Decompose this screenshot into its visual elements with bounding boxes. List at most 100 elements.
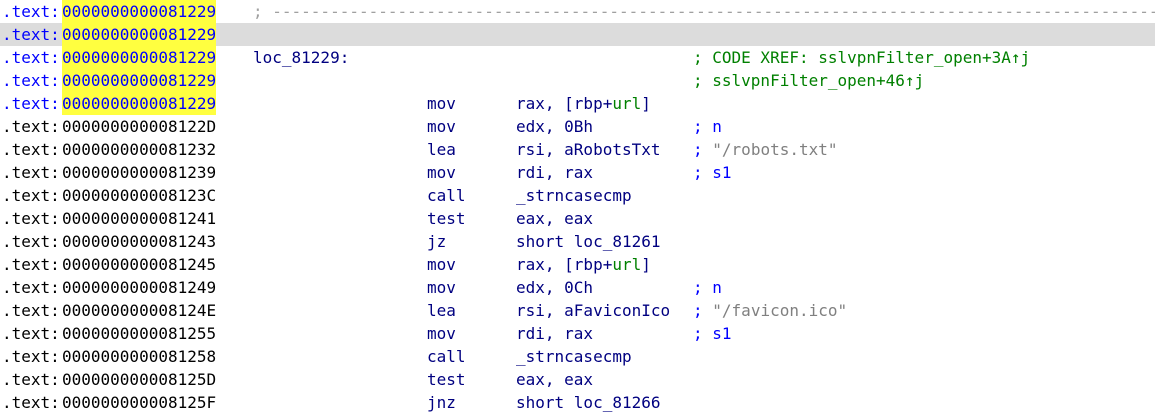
comment-text: ; CODE XREF: sslvpnFilter_open+3A↑j bbox=[693, 48, 1031, 67]
address[interactable]: 0000000000081255 bbox=[62, 322, 216, 345]
instruction-mnemonic: mov bbox=[427, 324, 456, 343]
operand-text: rsi, aFaviconIco bbox=[516, 301, 671, 320]
instruction-mnemonic: call bbox=[427, 186, 466, 205]
instruction-operands[interactable]: short loc_81261 bbox=[516, 230, 661, 253]
comment: ; n bbox=[693, 276, 722, 299]
instruction-operands[interactable]: _strncasecmp bbox=[516, 184, 632, 207]
comment-text: ; n bbox=[693, 117, 722, 136]
comment-text: ; s1 bbox=[693, 163, 732, 182]
comment: ; "/robots.txt" bbox=[693, 138, 838, 161]
instruction-mnemonic: mov bbox=[427, 255, 456, 274]
instruction-operands[interactable]: edx, 0Bh bbox=[516, 115, 593, 138]
string-literal-comment: "/robots.txt" bbox=[712, 140, 838, 159]
address[interactable]: 0000000000081241 bbox=[62, 207, 216, 230]
instruction-mnemonic: mov bbox=[427, 94, 456, 113]
instruction-operands[interactable]: rax, [rbp+url] bbox=[516, 253, 651, 276]
comment: ; s1 bbox=[693, 322, 732, 345]
operand-variable[interactable]: url bbox=[612, 94, 641, 113]
address[interactable]: 000000000008125D bbox=[62, 368, 216, 391]
instruction-operands[interactable]: eax, eax bbox=[516, 368, 593, 391]
address[interactable]: 0000000000081245 bbox=[62, 253, 216, 276]
instruction-operands[interactable]: rsi, aRobotsTxt bbox=[516, 138, 661, 161]
xref-comment[interactable]: ; sslvpnFilter_open+46↑j bbox=[693, 69, 924, 92]
comment-text: ; bbox=[693, 301, 703, 320]
comment: ; n bbox=[693, 115, 722, 138]
address[interactable]: 0000000000081229 bbox=[62, 69, 217, 92]
segment-prefix: .text: bbox=[2, 163, 60, 182]
operand-text: rax, [rbp+ bbox=[516, 94, 613, 113]
instruction-mnemonic: test bbox=[427, 209, 466, 228]
operand-text: _strncasecmp bbox=[516, 186, 632, 205]
segment-prefix: .text: bbox=[2, 232, 60, 251]
address[interactable]: 0000000000081258 bbox=[62, 345, 216, 368]
address[interactable]: 0000000000081229 bbox=[62, 92, 217, 115]
segment-prefix: .text: bbox=[2, 255, 60, 274]
address[interactable]: 0000000000081249 bbox=[62, 276, 216, 299]
instruction-mnemonic: mov bbox=[427, 278, 456, 297]
listing-line[interactable]: .text: 000000000008122D mov edx, 0Bh ; n bbox=[0, 115, 1155, 138]
segment-prefix: .text: bbox=[2, 186, 60, 205]
operand-text: rsi, aRobotsTxt bbox=[516, 140, 661, 159]
listing-line[interactable]: .text: 0000000000081245 mov rax, [rbp+url] bbox=[0, 253, 1155, 276]
instruction-operands[interactable]: _strncasecmp bbox=[516, 345, 632, 368]
instruction-operands[interactable]: eax, eax bbox=[516, 207, 593, 230]
address[interactable]: 000000000008122D bbox=[62, 115, 216, 138]
listing-line[interactable]: .text: 0000000000081239 mov rdi, rax ; s1 bbox=[0, 161, 1155, 184]
listing-line[interactable]: .text: 000000000008123C call _strncasecmp bbox=[0, 184, 1155, 207]
listing-line[interactable]: .text: 0000000000081229 loc_81229: ; CODE X… bbox=[0, 46, 1155, 69]
comment-text: ; bbox=[693, 140, 703, 159]
listing-line[interactable]: .text: 0000000000081229 ; sslvpnFilter_ope… bbox=[0, 69, 1155, 92]
operand-text: short loc_81266 bbox=[516, 393, 661, 412]
segment-prefix: .text: bbox=[2, 2, 60, 21]
operand-text: edx, 0Ch bbox=[516, 278, 594, 297]
disassembly-listing[interactable]: .text: 0000000000081229; ----------------… bbox=[0, 0, 1155, 414]
segment-prefix: .text: bbox=[2, 25, 60, 44]
listing-line-current[interactable]: .text: 0000000000081229 bbox=[0, 23, 1155, 46]
listing-line[interactable]: .text: 0000000000081229 mov rax, [rbp+url] bbox=[0, 92, 1155, 115]
listing-line[interactable]: .text: 0000000000081249 mov edx, 0Ch ; n bbox=[0, 276, 1155, 299]
segment-prefix: .text: bbox=[2, 324, 60, 343]
segment-prefix: .text: bbox=[2, 48, 60, 67]
code-label[interactable]: loc_81229: bbox=[253, 46, 349, 69]
operand-tail: ] bbox=[641, 255, 651, 274]
instruction-mnemonic: test bbox=[427, 370, 466, 389]
address[interactable]: 000000000008123C bbox=[62, 184, 216, 207]
listing-line[interactable]: .text: 000000000008125D test eax, eax bbox=[0, 368, 1155, 391]
operand-text: short loc_81261 bbox=[516, 232, 661, 251]
address[interactable]: 0000000000081239 bbox=[62, 161, 216, 184]
segment-prefix: .text: bbox=[2, 117, 60, 136]
listing-line[interactable]: .text: 000000000008124E lea rsi, aFaviconIc… bbox=[0, 299, 1155, 322]
instruction-operands[interactable]: rdi, rax bbox=[516, 322, 593, 345]
address[interactable]: 0000000000081229 bbox=[62, 46, 217, 69]
xref-comment[interactable]: ; CODE XREF: sslvpnFilter_open+3A↑j bbox=[693, 46, 1030, 69]
instruction-operands[interactable]: rsi, aFaviconIco bbox=[516, 299, 670, 322]
instruction-mnemonic: mov bbox=[427, 117, 456, 136]
listing-line[interactable]: .text: 0000000000081241 test eax, eax bbox=[0, 207, 1155, 230]
instruction-operands[interactable]: edx, 0Ch bbox=[516, 276, 593, 299]
listing-line[interactable]: .text: 0000000000081255 mov rdi, rax ; s1 bbox=[0, 322, 1155, 345]
segment-prefix: .text: bbox=[2, 140, 60, 159]
comment-text: ; sslvpnFilter_open+46↑j bbox=[693, 71, 925, 90]
instruction-operands[interactable]: rax, [rbp+url] bbox=[516, 92, 651, 115]
operand-text: rax, [rbp+ bbox=[516, 255, 613, 274]
operand-text: eax, eax bbox=[516, 209, 594, 228]
comment: ; "/favicon.ico" bbox=[693, 299, 847, 322]
listing-line[interactable]: .text: 0000000000081229 ; ----------------… bbox=[0, 0, 1155, 23]
instruction-mnemonic: mov bbox=[427, 163, 456, 182]
address[interactable]: 0000000000081232 bbox=[62, 138, 216, 161]
address[interactable]: 000000000008124E bbox=[62, 299, 216, 322]
listing-line[interactable]: .text: 0000000000081232 lea rsi, aRobotsTxt… bbox=[0, 138, 1155, 161]
address[interactable]: 0000000000081229 bbox=[62, 23, 217, 46]
listing-line[interactable]: .text: 0000000000081258 call _strncasecmp bbox=[0, 345, 1155, 368]
listing-line[interactable]: .text: 0000000000081243 jz short loc_81261 bbox=[0, 230, 1155, 253]
instruction-mnemonic: call bbox=[427, 347, 466, 366]
operand-tail: ] bbox=[641, 94, 651, 113]
address[interactable]: 0000000000081243 bbox=[62, 230, 216, 253]
comment-text: ; s1 bbox=[693, 324, 732, 343]
instruction-mnemonic: lea bbox=[427, 301, 456, 320]
instruction-mnemonic: lea bbox=[427, 140, 456, 159]
instruction-operands[interactable]: rdi, rax bbox=[516, 161, 593, 184]
string-literal-comment: "/favicon.ico" bbox=[712, 301, 848, 320]
operand-variable[interactable]: url bbox=[612, 255, 641, 274]
address[interactable]: 0000000000081229 bbox=[62, 0, 217, 23]
